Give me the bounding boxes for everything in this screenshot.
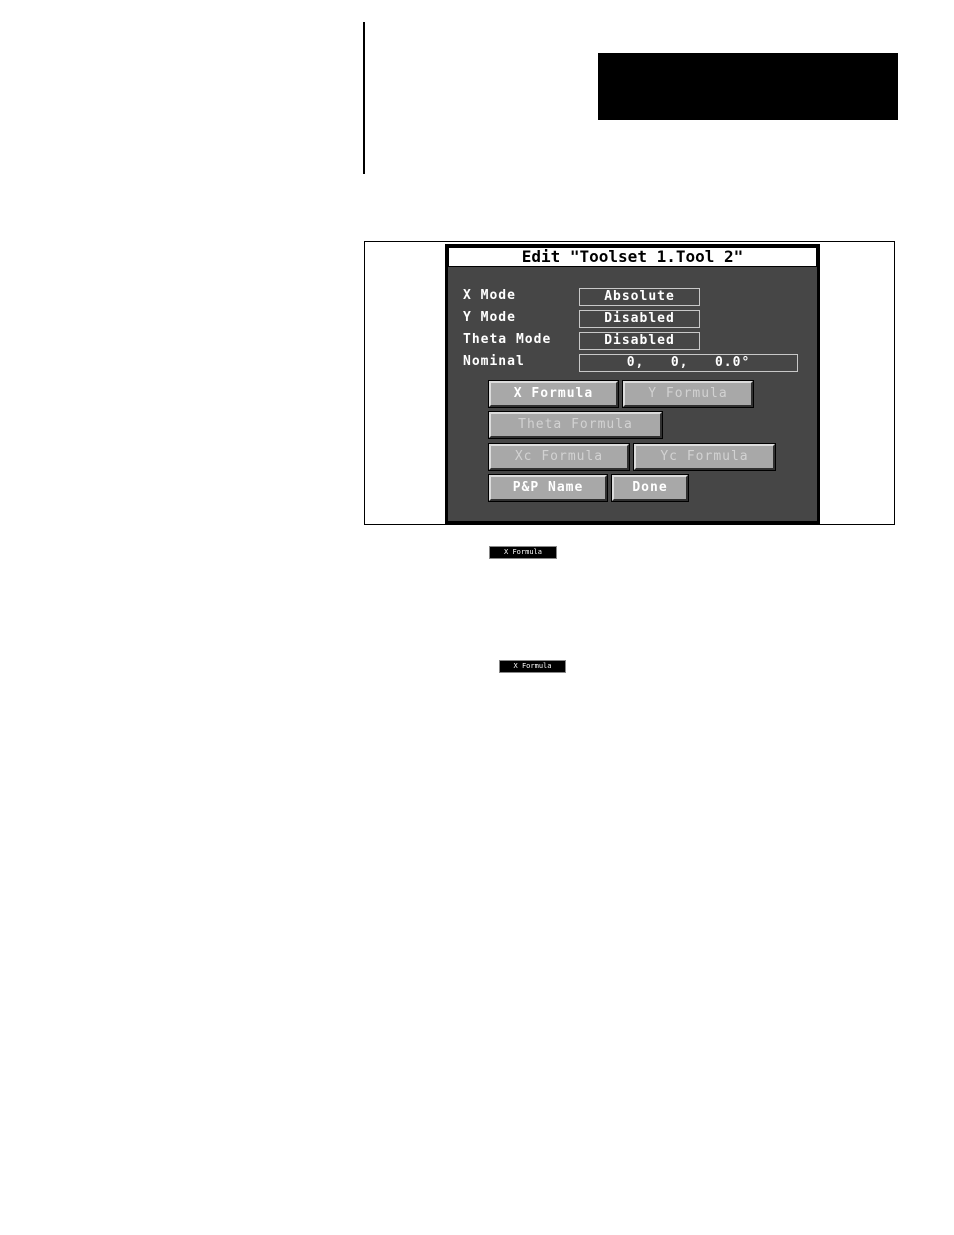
nominal-label: Nominal — [463, 354, 525, 369]
margin-rule — [363, 22, 365, 174]
x-formula-button[interactable]: X Formula — [488, 380, 619, 408]
chapter-tab — [598, 53, 898, 120]
xc-formula-button[interactable]: Xc Formula — [488, 443, 630, 471]
y-formula-button[interactable]: Y Formula — [622, 380, 754, 408]
theta-mode-value[interactable]: Disabled — [579, 332, 700, 350]
x-formula-inline-icon-2: X Formula — [499, 660, 566, 673]
nominal-value[interactable]: 0, 0, 0.0° — [579, 354, 798, 372]
theta-formula-button[interactable]: Theta Formula — [488, 411, 663, 439]
x-mode-label: X Mode — [463, 288, 516, 303]
yc-formula-button[interactable]: Yc Formula — [633, 443, 776, 471]
y-mode-label: Y Mode — [463, 310, 516, 325]
dialog-title: Edit "Toolset 1.Tool 2" — [448, 247, 817, 267]
done-button[interactable]: Done — [611, 474, 689, 502]
x-mode-value[interactable]: Absolute — [579, 288, 700, 306]
edit-tool-dialog: Edit "Toolset 1.Tool 2" X Mode Absolute … — [445, 244, 820, 524]
pp-name-button[interactable]: P&P Name — [488, 474, 608, 502]
dialog-body: Edit "Toolset 1.Tool 2" X Mode Absolute … — [448, 247, 817, 521]
y-mode-value[interactable]: Disabled — [579, 310, 700, 328]
theta-mode-label: Theta Mode — [463, 332, 552, 347]
x-formula-inline-icon: X Formula — [489, 546, 557, 559]
